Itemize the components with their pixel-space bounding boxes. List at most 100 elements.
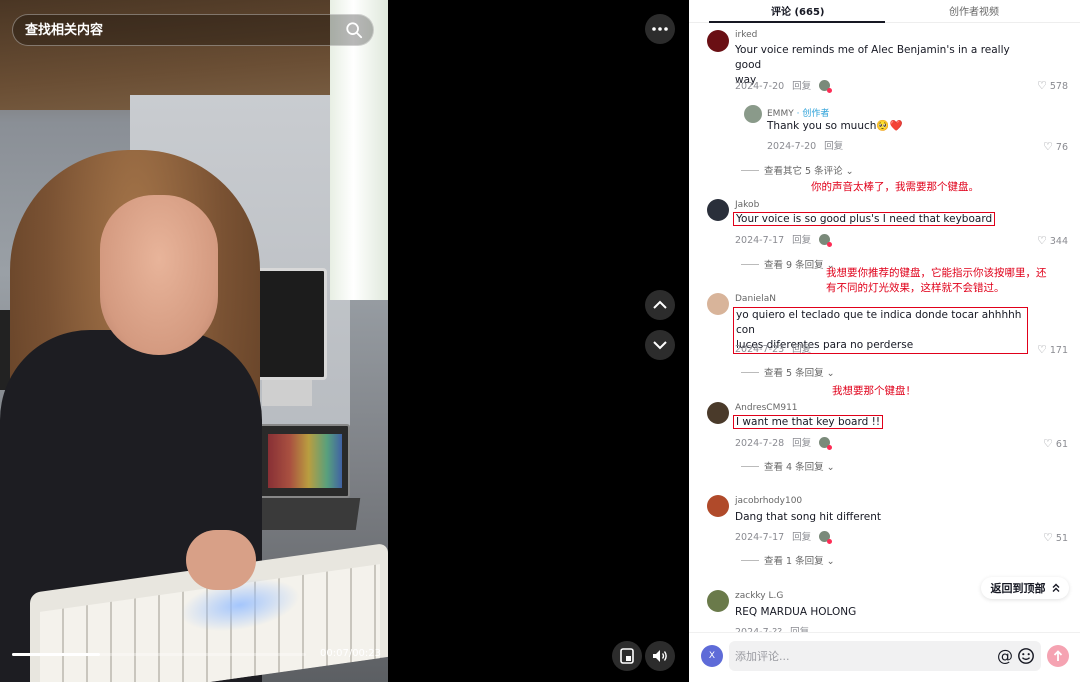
creator-badge: · 创作者 [796,109,830,119]
reply-button[interactable]: 回复 [792,532,811,543]
view-replies[interactable]: 查看 9 条回复 ⌄ [741,257,835,271]
heart-icon: ♡ [1036,343,1047,356]
chevron-down-icon [653,341,667,350]
reply-username[interactable]: EMMY · 创作者 [767,106,829,119]
chevron-up-icon [653,300,667,309]
arrow-up-icon [1053,650,1063,661]
like-button[interactable]: ♡ 61 [1043,437,1068,450]
comment-username[interactable]: DanielaN [735,294,776,304]
current-user-avatar[interactable]: X [701,645,723,667]
send-button[interactable] [1047,645,1069,667]
video-scene-laptop-base [247,498,361,530]
avatar[interactable] [707,30,729,52]
like-button[interactable]: ♡ 76 [1043,140,1068,153]
avatar[interactable] [707,495,729,517]
like-count: 76 [1055,142,1068,153]
comment-input[interactable] [735,641,975,671]
heart-icon: ♡ [1043,140,1053,153]
video-progress-bar[interactable] [12,653,306,656]
comment-username[interactable]: irked [735,30,757,40]
like-count: 344 [1049,236,1068,247]
related-search-input[interactable] [25,15,335,45]
heart-icon: ♡ [1043,437,1053,450]
heart-icon: ♡ [1043,531,1053,544]
video-player[interactable]: 00:07/00:23 [0,0,388,682]
video-scene-person-face [100,195,218,355]
double-chevron-up-icon [1052,583,1059,592]
related-search-box[interactable] [12,14,374,46]
pip-icon [620,648,634,664]
comment-username[interactable]: Jakob [735,200,759,210]
reply-date: 2024-7-20 [767,141,817,152]
video-scene-laptop [258,424,350,498]
creator-liked-icon [819,437,833,450]
avatar[interactable] [707,293,729,315]
like-button[interactable]: ♡ 51 [1043,531,1068,544]
video-scene-monitor-stand [262,380,312,406]
chevron-down-icon: ⌄ [826,368,835,379]
tab-comments[interactable]: 评论 (665) [771,3,825,18]
translation-annotation: 我想要那个键盘！ [832,385,916,397]
chevron-down-icon: ⌄ [845,166,854,177]
comment-text: REQ MARDUA HOLONG [735,606,857,618]
like-button[interactable]: ♡ 171 [1037,343,1068,356]
comment-date: 2024-7-28 [735,438,785,449]
avatar[interactable] [707,402,729,424]
reply-avatar[interactable] [744,105,762,123]
reply-meta: 2024-7-20 回复 [767,138,843,152]
comment-date: 2024-7-20 [735,81,785,92]
comment-input-bar: X @ [689,632,1080,682]
comment-meta: 2024-7-17 回复 [735,232,833,247]
like-button[interactable]: ♡ 344 [1037,234,1068,247]
heart-icon: ♡ [1036,234,1047,247]
chevron-down-icon: ⌄ [826,462,835,473]
comment-text: Dang that song hit different [735,511,882,523]
reply-button[interactable]: 回复 [792,438,811,449]
like-count: 171 [1049,345,1068,356]
comment-username[interactable]: jacobrhody100 [735,496,802,506]
reply-button[interactable]: 回复 [792,81,811,92]
back-to-top-button[interactable]: 返回到顶部 [981,577,1069,599]
view-more-comments[interactable]: 查看其它 5 条评论 ⌄ [741,163,854,177]
reply-button[interactable]: 回复 [792,344,811,355]
reply-text: Thank you so muuch🥺❤️ [767,120,903,132]
more-options-button[interactable] [645,14,675,44]
comment-input-wrapper[interactable]: @ [729,641,1041,671]
chevron-down-icon: ⌄ [826,556,835,567]
emoji-icon[interactable] [1017,647,1035,665]
like-count: 61 [1055,439,1068,450]
comment-meta: 2024-7-23 回复 [735,341,811,355]
creator-liked-icon [819,531,833,544]
avatar[interactable] [707,199,729,221]
like-button[interactable]: ♡ 578 [1037,79,1068,92]
avatar[interactable] [707,590,729,612]
more-dots-icon [652,27,668,31]
mention-icon[interactable]: @ [997,646,1013,665]
tab-creator-videos[interactable]: 创作者视频 [949,3,999,18]
translation-annotation: 我想要你推荐的键盘，它能指示你该按哪里，还 有不同的灯光效果，这样就不会错过。 [826,267,1047,294]
comment-date: 2024-7-17 [735,235,785,246]
panel-tabs: 评论 (665) 创作者视频 [689,0,1080,23]
like-count: 51 [1055,533,1068,544]
next-video-button[interactable] [645,330,675,360]
comment-meta: 2024-7-28 回复 [735,435,833,450]
comment-username[interactable]: AndresCM911 [735,403,798,413]
speaker-icon [653,650,667,662]
comment-text: Your voice is so good plus's I need that… [733,212,996,227]
like-count: 578 [1049,81,1068,92]
search-icon[interactable] [345,21,363,39]
picture-in-picture-button[interactable] [612,641,642,671]
comment-date: 2024-7-23 [735,344,785,355]
reply-button[interactable]: 回复 [792,235,811,246]
comment-text: I want me that key board !! [733,415,884,430]
comment-date: 2024-7-17 [735,532,785,543]
view-replies[interactable]: 查看 4 条回复 ⌄ [741,459,835,473]
comment-username[interactable]: zackky L.G [735,591,783,601]
reply-button[interactable]: 回复 [824,141,843,152]
volume-button[interactable] [645,641,675,671]
view-replies[interactable]: 查看 1 条回复 ⌄ [741,553,835,567]
previous-video-button[interactable] [645,290,675,320]
creator-liked-icon [819,80,833,93]
view-replies[interactable]: 查看 5 条回复 ⌄ [741,365,835,379]
comment-meta: 2024-7-17 回复 [735,529,833,544]
